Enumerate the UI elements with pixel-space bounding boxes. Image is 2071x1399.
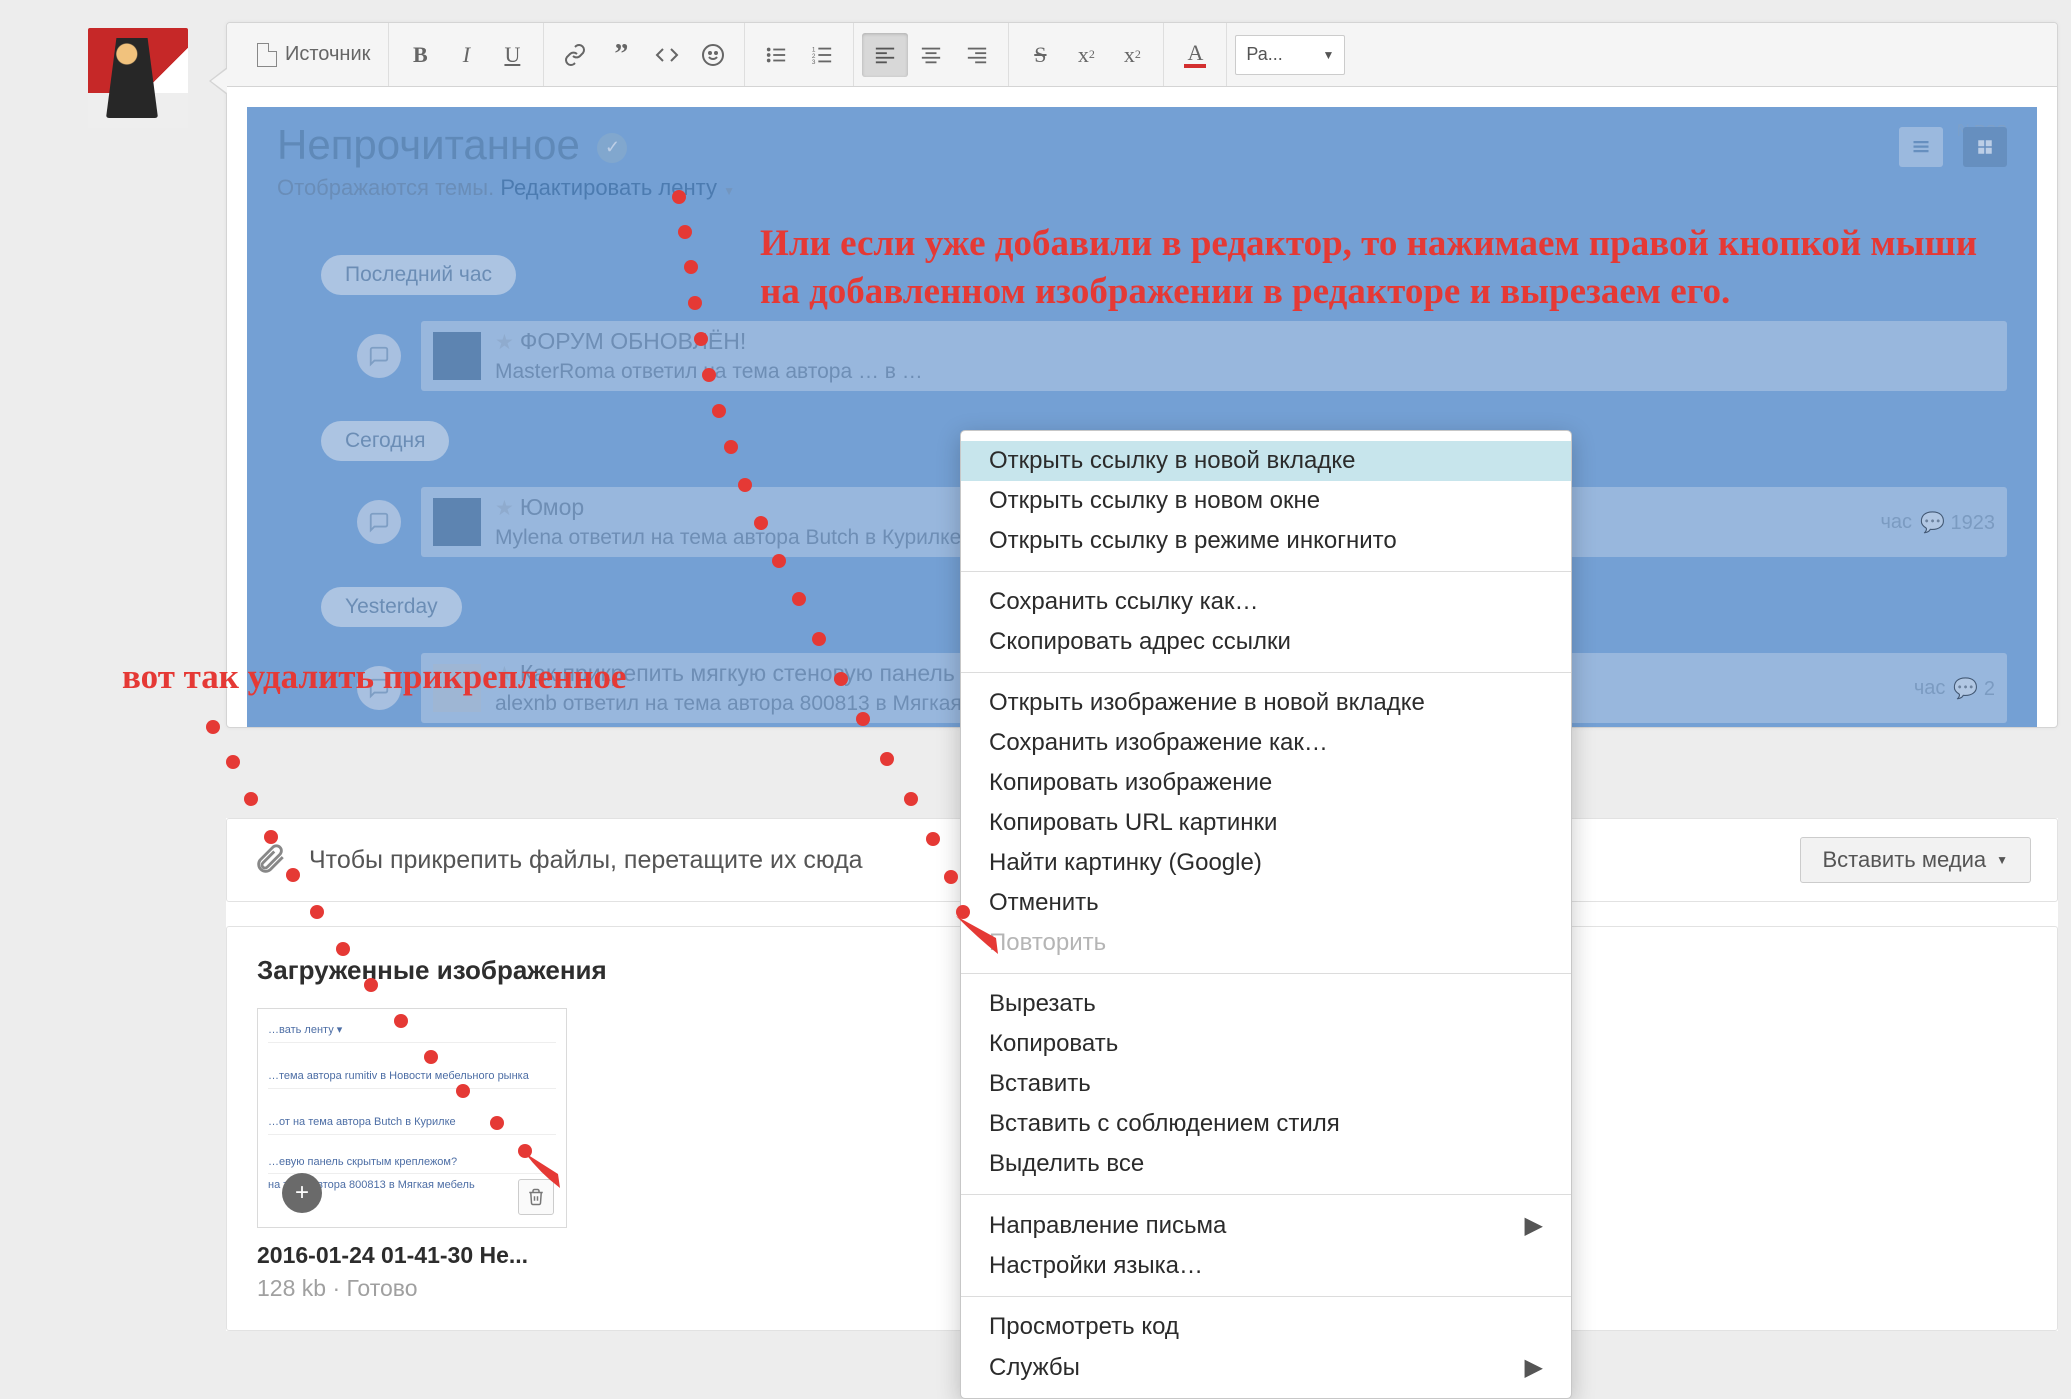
ctx-copy-link[interactable]: Скопировать адрес ссылки: [961, 622, 1571, 662]
ctx-open-incognito[interactable]: Открыть ссылку в режиме инкогнито: [961, 521, 1571, 561]
insert-media-button[interactable]: Вставить медиа ▼: [1800, 837, 2032, 883]
ctx-cut[interactable]: Вырезать: [961, 984, 1571, 1024]
chevron-down-icon: ▼: [1996, 853, 2008, 867]
ctx-open-image-tab[interactable]: Открыть изображение в новой вкладке: [961, 683, 1571, 723]
ol-icon: 123: [811, 44, 833, 66]
forum-post-1: ★ФОРУМ ОБНОВЛЁН!MasterRoma ответил на те…: [357, 315, 2007, 397]
numbered-list-button[interactable]: 123: [799, 33, 845, 77]
source-icon: [257, 43, 277, 67]
source-label: Источник: [285, 43, 370, 66]
ctx-copy-image-url[interactable]: Копировать URL картинки: [961, 803, 1571, 843]
check-icon: ✓: [597, 133, 627, 163]
view-list-icon: [1899, 127, 1943, 167]
align-right-button[interactable]: [954, 33, 1000, 77]
panel-pointer: [209, 67, 227, 95]
ctx-copy[interactable]: Копировать: [961, 1024, 1571, 1064]
link-icon: [563, 43, 587, 67]
rich-text-toolbar: Источник B I U ” 123: [227, 23, 2057, 87]
badge-last-hour: Последний час: [321, 255, 516, 295]
underline-button[interactable]: U: [489, 33, 535, 77]
smile-icon: [701, 43, 725, 67]
dropdown-label: Ра...: [1246, 44, 1282, 65]
subscript-button[interactable]: x2: [1109, 33, 1155, 77]
thumbnail-preview: …вать ленту ▾ …тема автора rumitiv в Нов…: [257, 1008, 567, 1228]
align-right-icon: [966, 44, 988, 66]
code-icon: [655, 43, 679, 67]
add-icon[interactable]: +: [282, 1173, 322, 1213]
ctx-save-image[interactable]: Сохранить изображение как…: [961, 723, 1571, 763]
ctx-language[interactable]: Настройки языка…: [961, 1246, 1571, 1286]
font-size-dropdown[interactable]: Ра... ▼: [1235, 35, 1345, 75]
align-left-icon: [874, 44, 896, 66]
badge-yesterday: Yesterday: [321, 587, 462, 627]
svg-text:3: 3: [812, 59, 816, 66]
strike-button[interactable]: S: [1017, 33, 1063, 77]
context-menu: Открыть ссылку в новой вкладке Открыть с…: [960, 430, 1572, 1399]
code-button[interactable]: [644, 33, 690, 77]
unread-heading: Непрочитанное ✓: [277, 121, 627, 169]
emoji-button[interactable]: [690, 33, 736, 77]
text-color-button[interactable]: A: [1172, 33, 1218, 77]
chevron-right-icon: ▶: [1525, 1353, 1543, 1382]
ctx-text-direction[interactable]: Направление письма▶: [961, 1205, 1571, 1246]
ul-icon: [765, 44, 787, 66]
link-button[interactable]: [552, 33, 598, 77]
user-avatar[interactable]: [88, 28, 188, 128]
ctx-paste[interactable]: Вставить: [961, 1064, 1571, 1104]
quote-button[interactable]: ”: [598, 33, 644, 77]
ctx-view-source[interactable]: Просмотреть код: [961, 1307, 1571, 1347]
ctx-open-new-window[interactable]: Открыть ссылку в новом окне: [961, 481, 1571, 521]
align-center-button[interactable]: [908, 33, 954, 77]
source-button[interactable]: Источник: [247, 43, 380, 67]
bubble-icon: [357, 334, 401, 378]
uploaded-thumbnail[interactable]: …вать ленту ▾ …тема автора rumitiv в Нов…: [257, 1008, 567, 1302]
superscript-button[interactable]: x2: [1063, 33, 1109, 77]
ctx-select-all[interactable]: Выделить все: [961, 1144, 1571, 1184]
view-grid-icon: [1963, 127, 2007, 167]
ctx-search-image[interactable]: Найти картинку (Google): [961, 843, 1571, 883]
paperclip-icon: [253, 843, 287, 877]
ctx-redo: Повторить: [961, 923, 1571, 963]
unread-subtitle: Отображаются темы. Редактировать ленту ▼: [277, 175, 735, 201]
chevron-down-icon: ▼: [1323, 48, 1335, 62]
align-center-icon: [920, 44, 942, 66]
ctx-save-link[interactable]: Сохранить ссылку как…: [961, 582, 1571, 622]
badge-today: Сегодня: [321, 421, 449, 461]
trash-icon: [527, 1188, 545, 1206]
ctx-services[interactable]: Службы▶: [961, 1347, 1571, 1388]
align-left-button[interactable]: [862, 33, 908, 77]
chevron-right-icon: ▶: [1525, 1211, 1543, 1240]
ctx-copy-image[interactable]: Копировать изображение: [961, 763, 1571, 803]
thumbnail-filename: 2016-01-24 01-41-30 Не...: [257, 1242, 567, 1269]
ctx-paste-style[interactable]: Вставить с соблюдением стиля: [961, 1104, 1571, 1144]
delete-thumbnail-button[interactable]: [518, 1179, 554, 1215]
italic-button[interactable]: I: [443, 33, 489, 77]
bold-button[interactable]: B: [397, 33, 443, 77]
thumbnail-meta: 128 kb · Готово: [257, 1275, 567, 1302]
ctx-undo[interactable]: Отменить: [961, 883, 1571, 923]
bullet-list-button[interactable]: [753, 33, 799, 77]
ctx-open-new-tab[interactable]: Открыть ссылку в новой вкладке: [961, 441, 1571, 481]
